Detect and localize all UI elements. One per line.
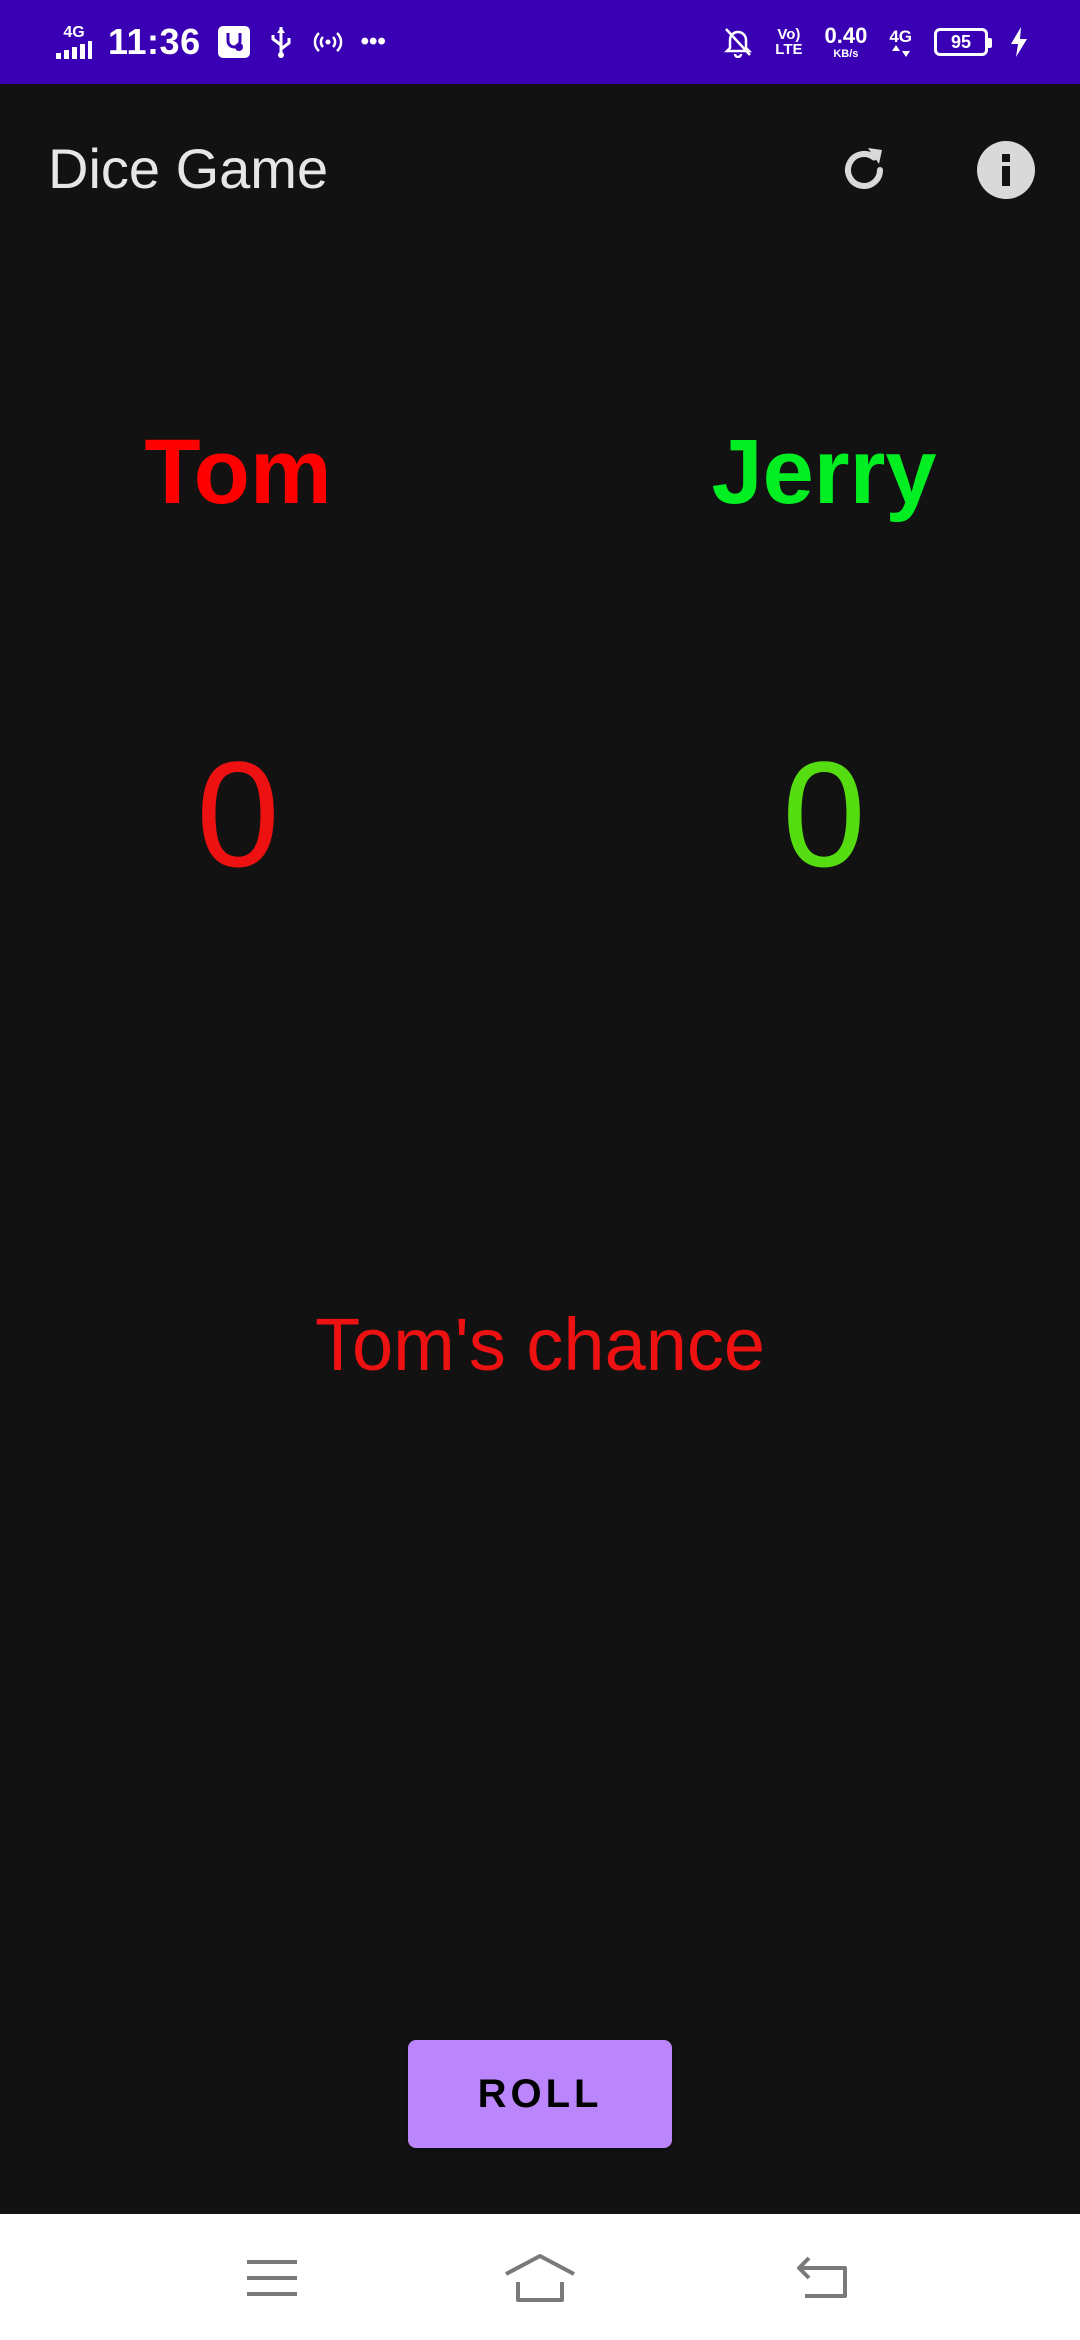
refresh-icon xyxy=(845,148,883,189)
nav-menu-button[interactable] xyxy=(232,2238,312,2318)
signal-bars-icon xyxy=(56,41,92,59)
network-type-left: 4G xyxy=(63,24,85,41)
refresh-button[interactable] xyxy=(824,130,904,210)
app-title: Dice Game xyxy=(48,137,329,200)
data-arrows-icon xyxy=(891,44,910,57)
battery-icon: 95 xyxy=(934,28,992,56)
player2-name: Jerry xyxy=(711,421,937,523)
turn-indicator: Tom's chance xyxy=(314,1303,766,1386)
mute-notification-icon xyxy=(723,26,753,58)
status-bar: 4G 11:36 ••• Vo) LTE 0.40 KB/s 4G 95 xyxy=(0,0,1080,84)
back-icon xyxy=(797,2256,847,2298)
mobile-data-indicator: 4G xyxy=(889,28,912,57)
roll-button[interactable]: ROLL xyxy=(408,2040,672,2148)
charging-icon xyxy=(1010,27,1028,57)
navigation-bar xyxy=(0,2214,1080,2340)
volte-indicator: Vo) LTE xyxy=(775,26,803,58)
network-speed: 0.40 KB/s xyxy=(824,22,868,60)
nav-home-button[interactable] xyxy=(500,2238,580,2318)
info-icon xyxy=(977,141,1035,199)
status-bar-right: Vo) LTE 0.40 KB/s 4G 95 xyxy=(723,0,1028,84)
usb-settings-icon xyxy=(217,25,251,59)
usb-icon xyxy=(267,25,295,59)
status-time: 11:36 xyxy=(108,21,201,62)
home-icon xyxy=(505,2254,575,2302)
signal-indicator-left: 4G xyxy=(56,25,92,59)
info-button[interactable] xyxy=(966,130,1046,210)
player2-score: 0 xyxy=(782,730,866,898)
menu-icon xyxy=(247,2260,297,2296)
nav-back-button[interactable] xyxy=(782,2238,862,2318)
status-bar-left: 4G 11:36 ••• xyxy=(56,0,386,84)
app-bar: Dice Game xyxy=(0,84,1080,256)
player1-score: 0 xyxy=(196,730,280,898)
hotspot-icon xyxy=(311,27,345,57)
overflow-dots: ••• xyxy=(360,28,386,55)
battery-level: 95 xyxy=(950,31,972,52)
player1-name: Tom xyxy=(144,421,332,523)
